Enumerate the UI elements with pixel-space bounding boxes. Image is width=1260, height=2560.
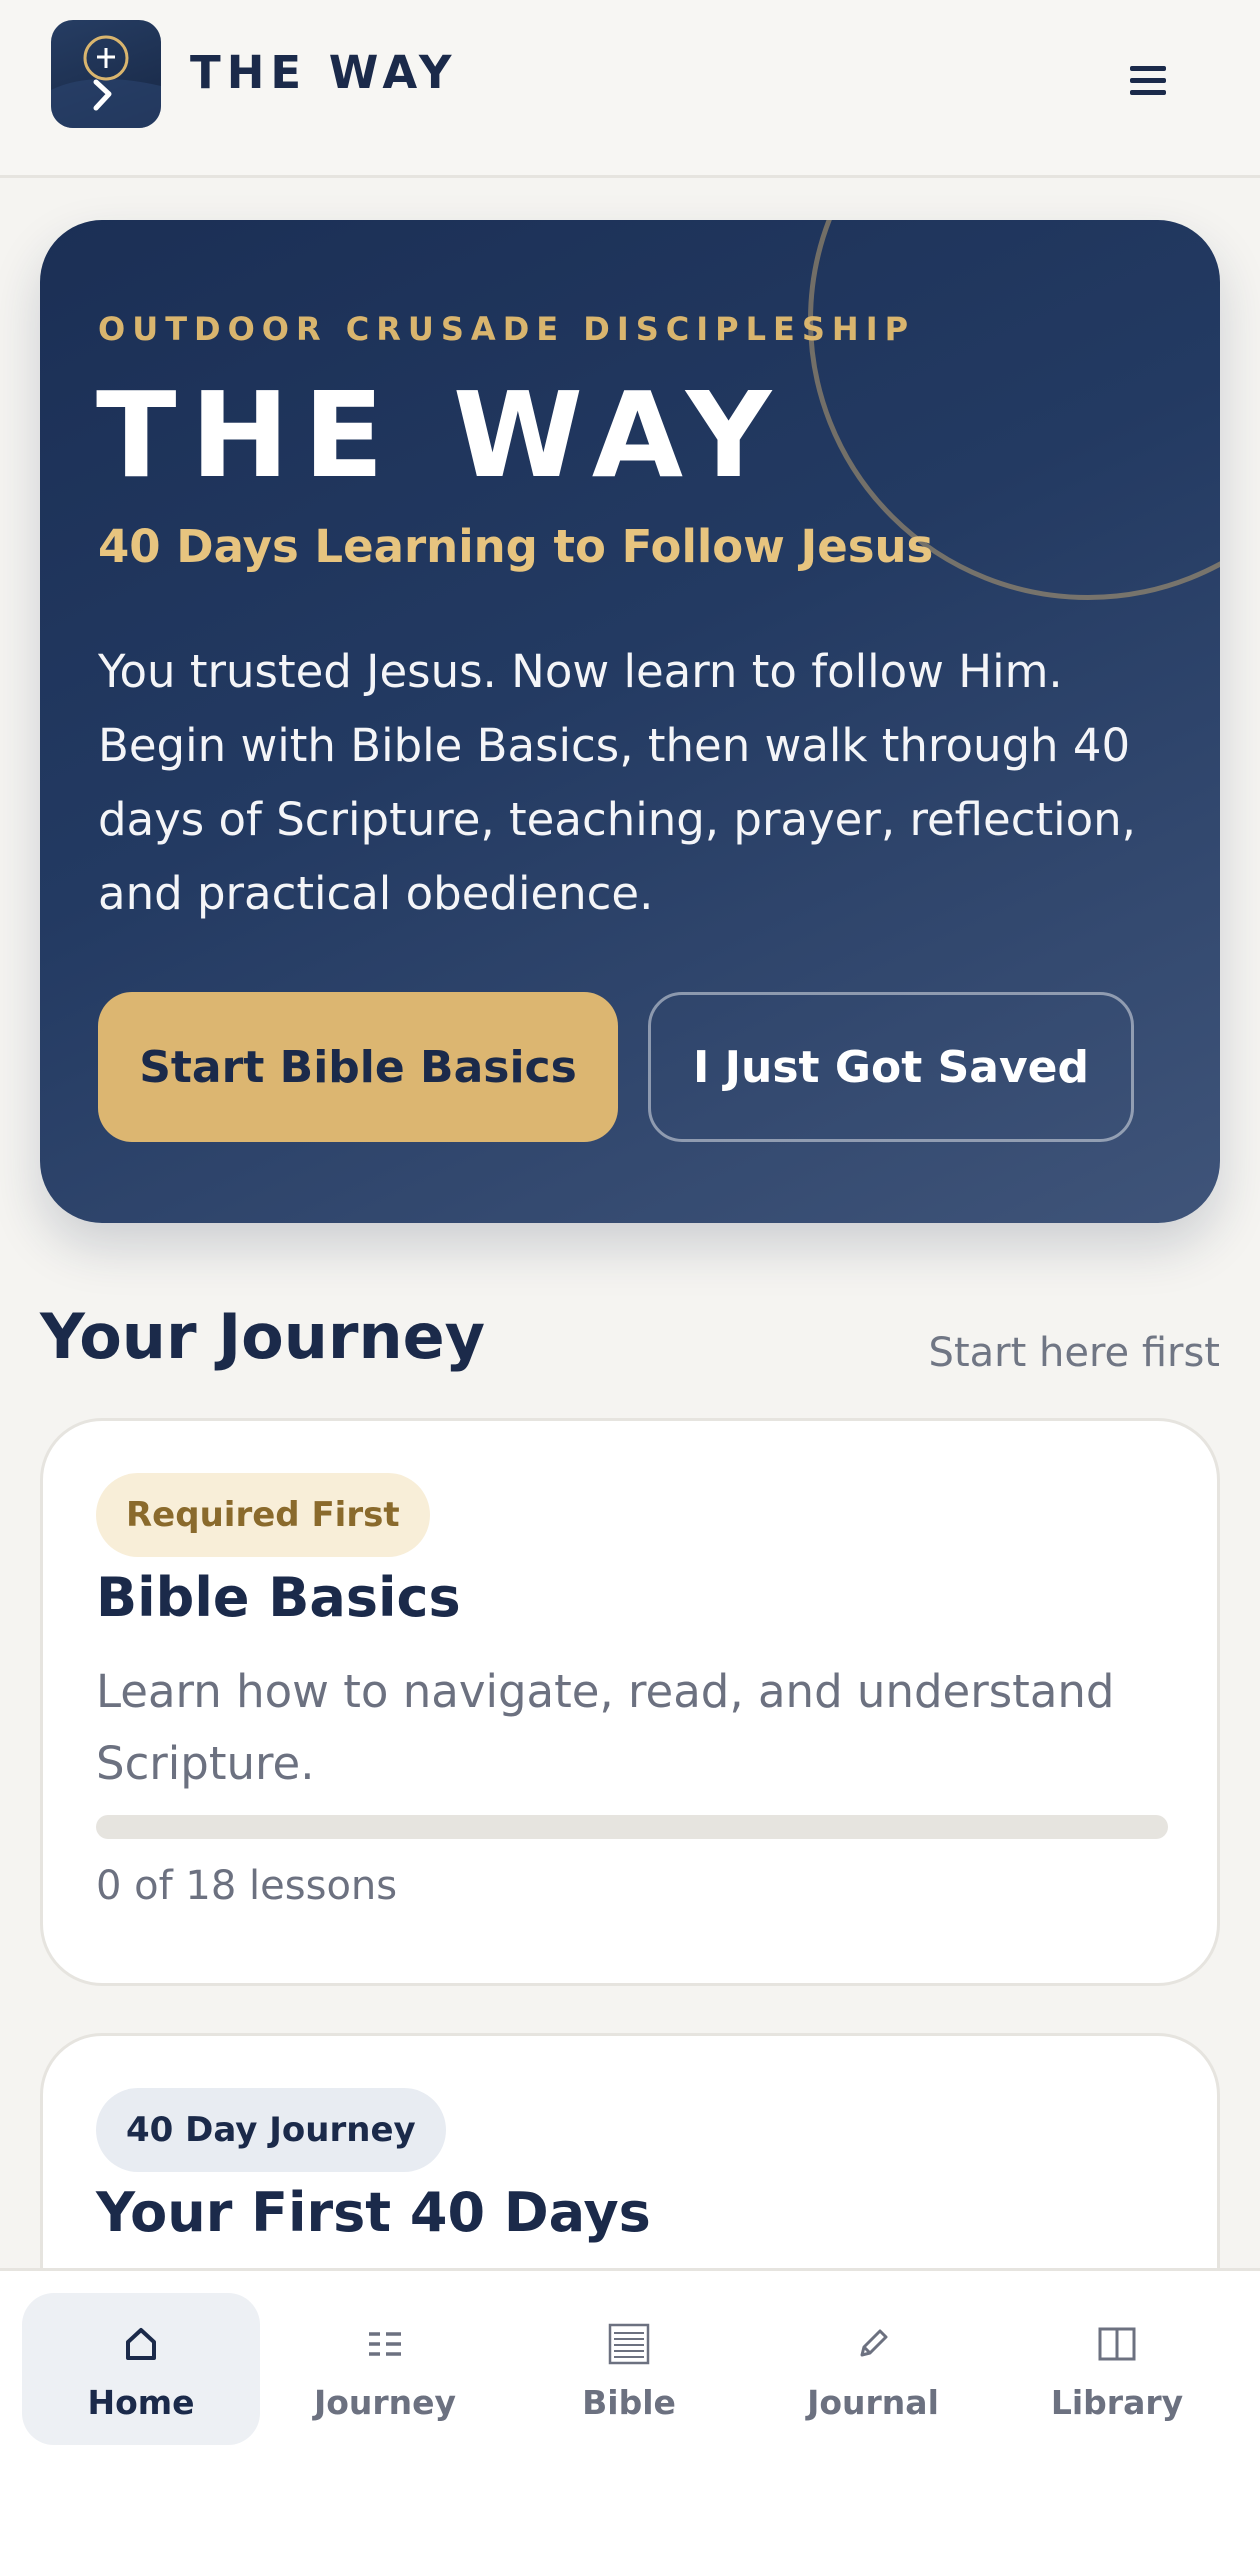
bottom-nav: Home Journey Bible Journal Library [0,2268,1260,2560]
nav-item-bible[interactable]: Bible [510,2293,748,2445]
bible-basics-card[interactable]: Required First Bible Basics Learn how to… [40,1418,1220,1986]
nav-label: Journal [807,2382,939,2422]
app-root: THE WAY OUTDOOR CRUSADE DISCIPLESHIP THE… [0,0,1260,2560]
hero-subtitle: 40 Days Learning to Follow Jesus [98,520,934,573]
card-title: Bible Basics [96,1566,461,1629]
list-icon [366,2317,404,2371]
nav-label: Bible [582,2382,676,2422]
cross-path-logo-icon[interactable] [51,20,161,128]
nav-item-journal[interactable]: Journal [754,2293,992,2445]
hero-card: OUTDOOR CRUSADE DISCIPLESHIP THE WAY 40 … [40,220,1220,1223]
card-title: Your First 40 Days [96,2181,651,2244]
hamburger-menu-icon[interactable] [1120,56,1174,104]
just-got-saved-button[interactable]: I Just Got Saved [648,992,1134,1142]
start-bible-basics-button[interactable]: Start Bible Basics [98,992,618,1142]
progress-text: 0 of 18 lessons [96,1863,398,1909]
section-title: Your Journey [40,1300,486,1373]
hero-eyebrow: OUTDOOR CRUSADE DISCIPLESHIP [98,310,916,348]
nav-label: Library [1050,2382,1184,2422]
hero-body: You trusted Jesus. Now learn to follow H… [98,645,1136,920]
nav-item-home[interactable]: Home [22,2293,260,2445]
hero-title: THE WAY [96,366,786,504]
pencil-icon [854,2317,892,2371]
open-book-icon [1097,2317,1137,2371]
book-icon [608,2317,650,2371]
progress-bar [96,1815,1168,1839]
journey-badge: 40 Day Journey [96,2088,446,2172]
nav-item-library[interactable]: Library [998,2293,1236,2445]
nav-item-journey[interactable]: Journey [266,2293,504,2445]
app-header: THE WAY [0,0,1260,178]
nav-label: Journey [313,2382,457,2422]
required-badge: Required First [96,1473,430,1557]
home-icon [122,2317,160,2371]
brand-title: THE WAY [190,46,458,99]
nav-label: Home [87,2382,195,2422]
start-here-link[interactable]: Start here first [929,1330,1220,1376]
card-description: Learn how to navigate, read, and underst… [96,1665,1115,1790]
